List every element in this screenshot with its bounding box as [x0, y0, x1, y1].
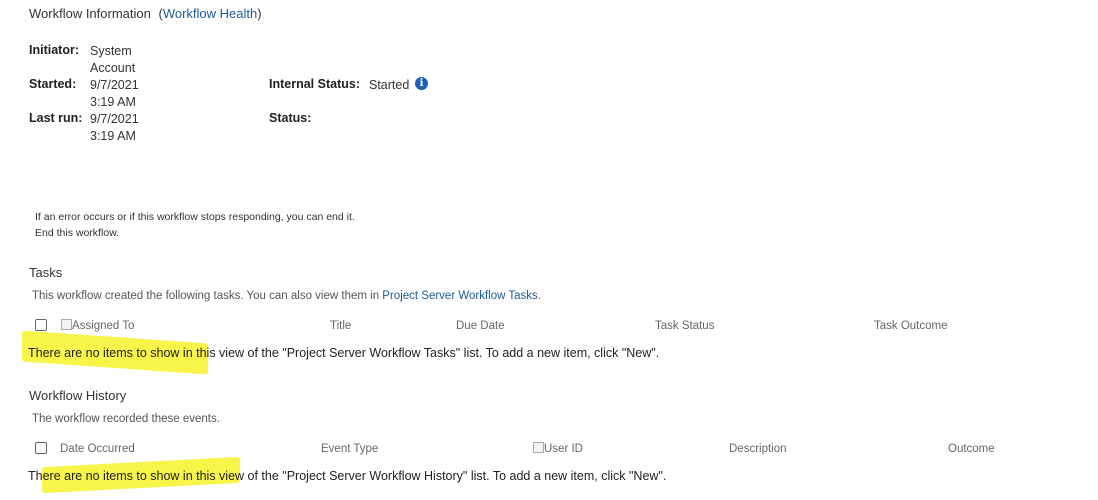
initiator-value-line2: Account	[90, 61, 136, 75]
history-empty-message: There are no items to show in this view …	[28, 469, 667, 483]
last-run-value-date: 9/7/2021	[90, 112, 139, 126]
history-description: The workflow recorded these events.	[32, 413, 220, 425]
history-column-event-type[interactable]: Event Type	[321, 443, 378, 455]
initiator-label: Initiator:	[29, 43, 79, 57]
tasks-column-assigned-to[interactable]: Assigned To	[72, 320, 134, 332]
tasks-attachment-checkbox[interactable]	[61, 319, 72, 330]
tasks-column-title[interactable]: Title	[330, 320, 351, 332]
history-select-all-checkbox[interactable]	[35, 442, 47, 454]
last-run-label: Last run:	[29, 111, 83, 125]
history-column-description[interactable]: Description	[729, 443, 787, 455]
info-icon[interactable]: i	[415, 77, 428, 90]
internal-status-label: Internal Status:	[269, 77, 360, 91]
internal-status-value: Started	[369, 78, 410, 92]
workflow-info-title: Workflow Information (Workflow Health)	[29, 6, 262, 21]
history-column-user-id[interactable]: User ID	[544, 443, 583, 455]
started-value-date: 9/7/2021	[90, 78, 139, 92]
tasks-column-due-date[interactable]: Due Date	[456, 320, 505, 332]
tasks-description-period: .	[537, 290, 542, 302]
tasks-column-task-status[interactable]: Task Status	[655, 320, 714, 332]
history-column-date-occurred[interactable]: Date Occurred	[60, 443, 135, 455]
history-attachment-checkbox[interactable]	[533, 442, 544, 453]
tasks-description: This workflow created the following task…	[32, 290, 541, 302]
close-paren: )	[257, 6, 262, 21]
last-run-value-time: 3:19 AM	[90, 129, 136, 143]
tasks-select-all-checkbox[interactable]	[35, 319, 47, 331]
history-column-outcome[interactable]: Outcome	[948, 443, 995, 455]
status-label: Status:	[269, 111, 312, 125]
tasks-column-task-outcome[interactable]: Task Outcome	[874, 320, 948, 332]
tasks-empty-message: There are no items to show in this view …	[28, 346, 660, 360]
workflow-info-heading: Workflow Information	[29, 6, 151, 21]
started-value-time: 3:19 AM	[90, 95, 136, 109]
end-workflow-message: If an error occurs or if this workflow s…	[35, 211, 355, 223]
started-label: Started:	[29, 77, 77, 91]
tasks-description-text: This workflow created the following task…	[32, 290, 380, 302]
initiator-value-line1: System	[90, 44, 132, 58]
end-workflow-link[interactable]: End this workflow.	[35, 227, 119, 239]
project-server-workflow-tasks-link[interactable]: Project Server Workflow Tasks	[382, 290, 538, 302]
tasks-heading: Tasks	[29, 265, 63, 280]
history-heading: Workflow History	[29, 388, 127, 403]
workflow-health-link[interactable]: Workflow Health	[163, 6, 257, 21]
